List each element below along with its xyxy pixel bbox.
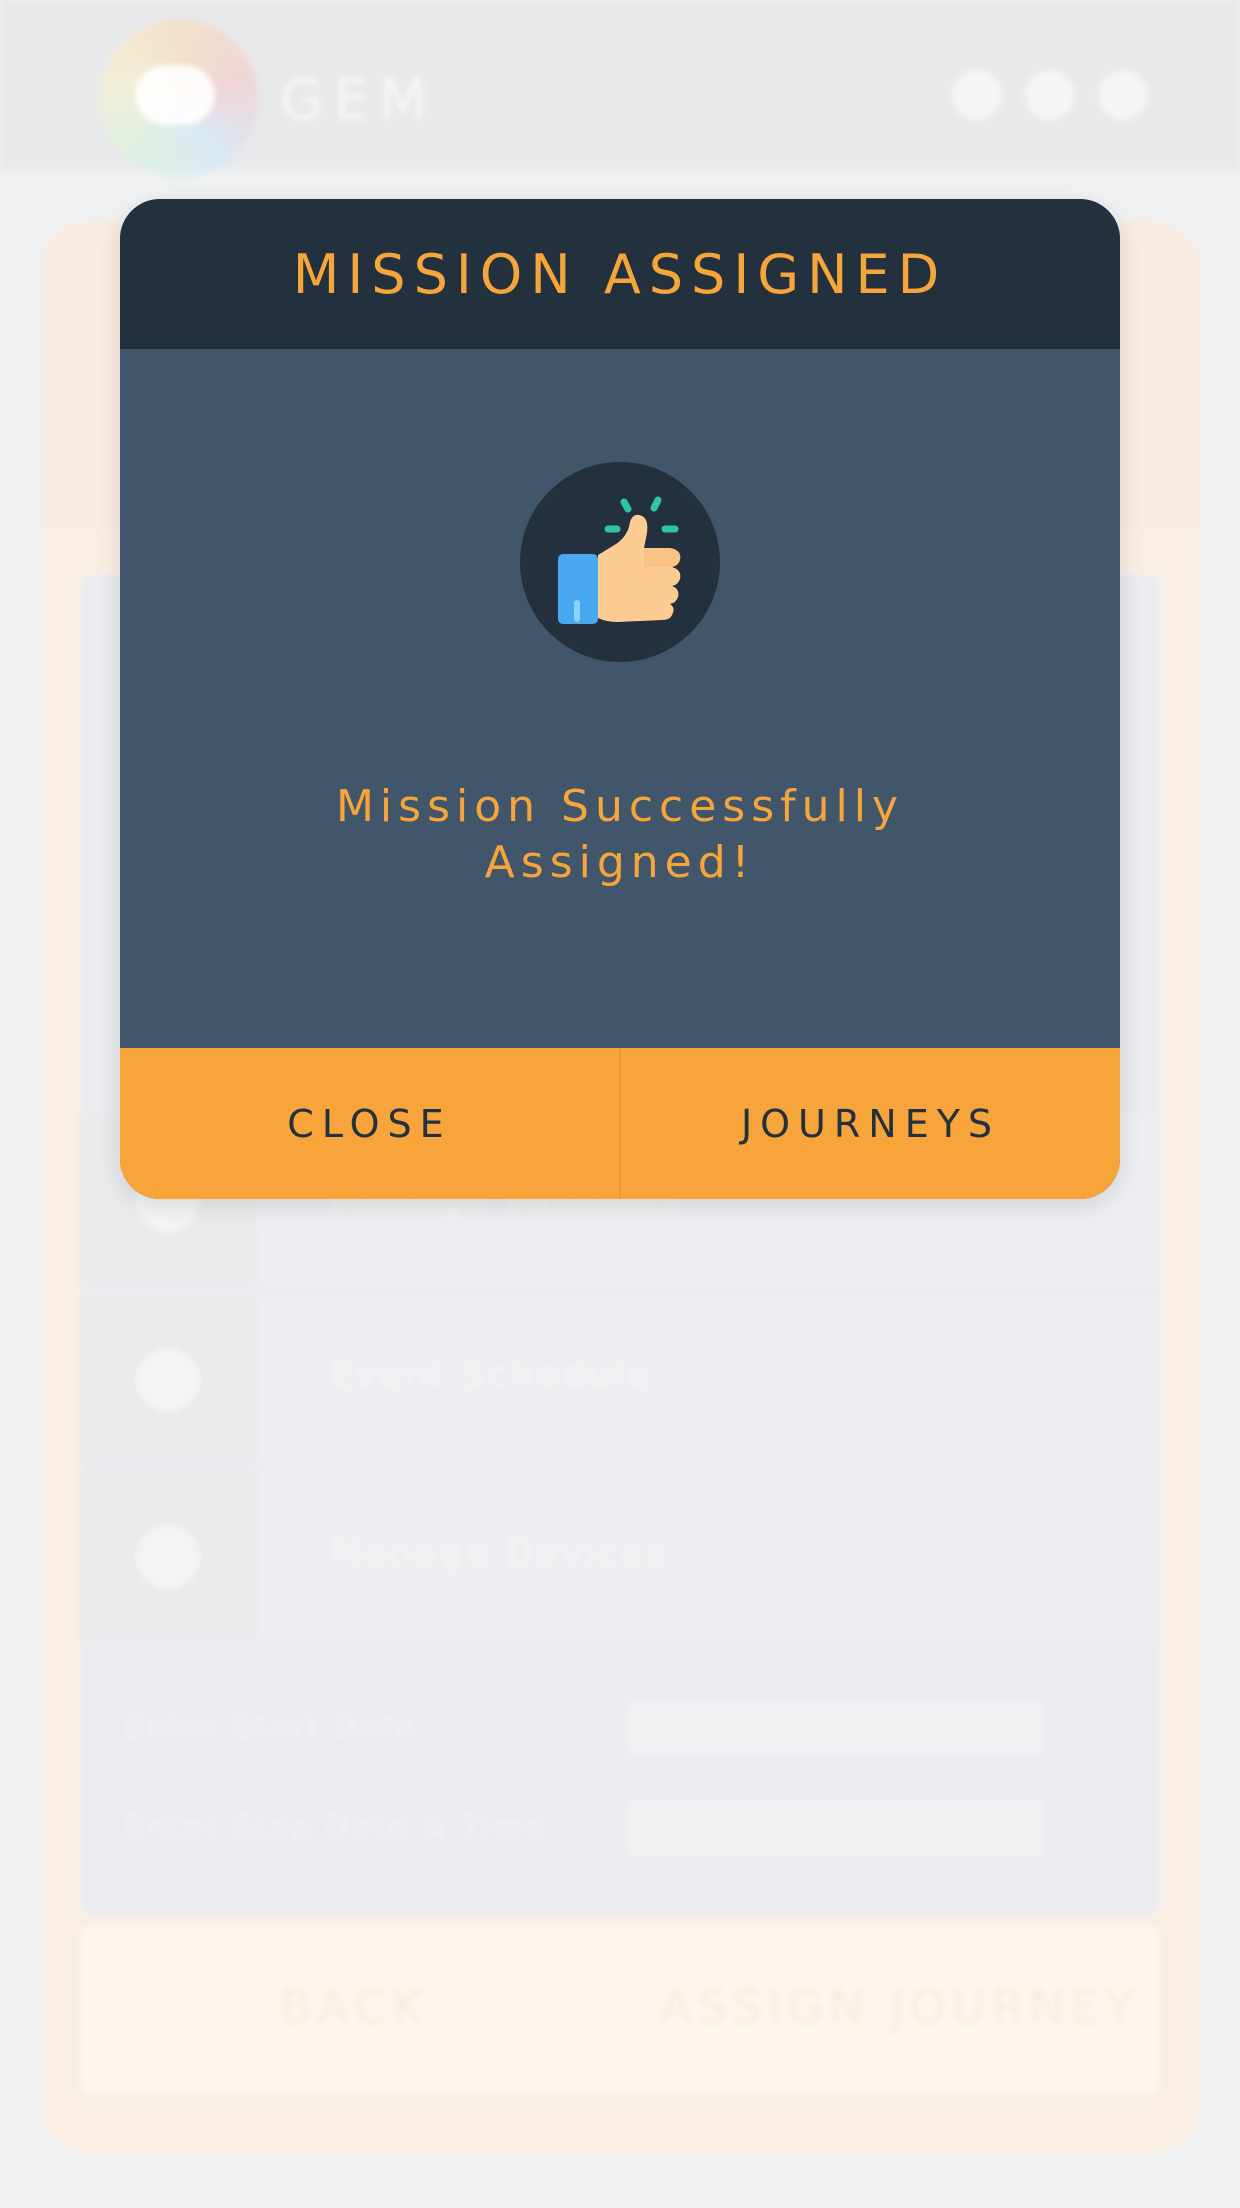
mission-assigned-dialog: MISSION ASSIGNED Mission Successfully As… (120, 199, 1120, 1199)
success-message-line1: Mission Successfully (335, 781, 905, 832)
dialog-title: MISSION ASSIGNED (292, 242, 948, 306)
dialog-header: MISSION ASSIGNED (120, 199, 1120, 349)
dialog-footer: CLOSE JOURNEYS (120, 1048, 1120, 1199)
close-button[interactable]: CLOSE (120, 1048, 621, 1199)
success-message-line2: Assigned! (484, 837, 756, 888)
success-message: Mission Successfully Assigned! (220, 779, 1020, 891)
thumbs-up-icon (520, 462, 720, 662)
journeys-button[interactable]: JOURNEYS (621, 1048, 1120, 1199)
dialog-body: Mission Successfully Assigned! (120, 349, 1120, 1047)
